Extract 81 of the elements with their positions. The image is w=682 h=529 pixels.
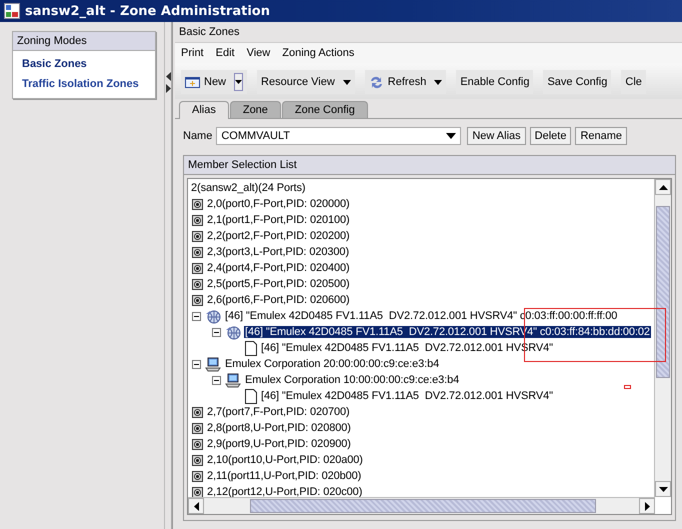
action-button[interactable]: New Alias (467, 127, 526, 145)
window-title: sansw2_alt - Zone Administration (25, 4, 270, 18)
name-dropdown[interactable]: COMMVAULT (216, 127, 462, 145)
port-icon (192, 422, 203, 434)
panel-header: Member Selection List (184, 156, 675, 175)
new-window-icon (185, 76, 200, 88)
tree-item[interactable]: 2,0(port0,F-Port,PID: 020000) (206, 198, 351, 210)
port-icon (192, 246, 203, 258)
refresh-icon (368, 74, 384, 90)
tree-item[interactable]: Emulex Corporation 20:00:00:00:c9:ce:e3:b4 (224, 358, 440, 370)
menu-item[interactable]: Print (181, 47, 204, 59)
tree-item[interactable]: Emulex Corporation 10:00:00:00:c9:ce:e3:b4 (244, 374, 460, 386)
menu-item[interactable]: Edit (216, 47, 235, 59)
computer-icon (225, 372, 241, 388)
tree-item[interactable]: 2,5(port5,F-Port,PID: 020500) (206, 278, 351, 290)
tree-item[interactable]: 2,6(port6,F-Port,PID: 020600) (206, 294, 351, 306)
port-icon (192, 198, 203, 210)
computer-icon (205, 356, 221, 372)
port-icon (192, 438, 203, 450)
port-icon (192, 214, 203, 226)
toolbar-button[interactable]: Refresh (364, 70, 446, 94)
document-icon (245, 388, 257, 404)
tree-item[interactable]: 2,4(port4,F-Port,PID: 020400) (206, 262, 351, 274)
globe-icon (205, 308, 221, 324)
caret-icon[interactable] (342, 80, 351, 84)
tree-item[interactable]: [46] "Emulex 42D0485 FV1.11A5 DV2.72.012.001 HVSRV4" (260, 390, 554, 402)
expand-right-icon[interactable] (166, 84, 170, 93)
collapse-toggle[interactable] (212, 376, 222, 384)
collapse-toggle[interactable] (192, 312, 202, 320)
tree-item[interactable]: 2,3(port3,L-Port,PID: 020300) (206, 246, 350, 258)
menu-item[interactable]: View (246, 47, 270, 59)
right-arrow-icon[interactable] (644, 502, 650, 510)
caret-icon (235, 80, 242, 84)
toolbar-button[interactable]: Enable Config (456, 70, 534, 94)
down-arrow-icon[interactable] (658, 486, 668, 492)
tree-item[interactable]: 2,12(port12,U-Port,PID: 020c00) (206, 486, 364, 497)
horizontal-scrollbar[interactable] (188, 497, 655, 514)
action-button[interactable]: Delete (530, 127, 572, 145)
port-icon (192, 294, 203, 306)
tab[interactable]: Alias (179, 101, 229, 119)
sidebar-item[interactable]: Traffic Isolation Zones (21, 74, 155, 94)
toolbar-button[interactable]: Save Config (543, 70, 612, 94)
port-icon (192, 406, 203, 418)
left-arrow-icon[interactable] (194, 502, 198, 510)
collapse-toggle[interactable] (192, 360, 202, 368)
tree-item[interactable]: 2,10(port10,U-Port,PID: 020a00) (206, 454, 364, 466)
port-icon (192, 230, 203, 242)
sidebar-item[interactable]: Basic Zones (21, 54, 155, 74)
toolbar-button[interactable]: Cle (621, 70, 646, 94)
collapse-toggle[interactable] (212, 328, 222, 336)
port-icon (192, 278, 203, 290)
toolbar-button[interactable]: Resource View (257, 70, 355, 94)
collapse-left-icon[interactable] (166, 72, 170, 81)
tab[interactable]: Zone Config (282, 101, 368, 118)
port-icon (192, 454, 203, 466)
tree-item[interactable]: 2,1(port1,F-Port,PID: 020100) (206, 214, 351, 226)
toolbar-button[interactable]: New (181, 70, 248, 94)
action-button[interactable]: Rename (575, 127, 628, 145)
port-icon (192, 486, 203, 497)
tree-item[interactable]: 2,9(port9,U-Port,PID: 020900) (206, 438, 352, 450)
up-arrow-icon[interactable] (658, 184, 668, 190)
tree-item[interactable]: 2(sansw2_alt)(24 Ports) (190, 182, 306, 194)
dropdown-button[interactable] (234, 73, 244, 91)
port-icon (192, 262, 203, 274)
panel-header: Basic Zones (178, 25, 241, 40)
tree-item[interactable]: 2,11(port11,U-Port,PID: 020b00) (206, 470, 362, 482)
tab[interactable]: Zone (230, 101, 281, 118)
tree-item[interactable]: 2,2(port2,F-Port,PID: 020200) (206, 230, 351, 242)
tree-item[interactable]: 2,8(port8,U-Port,PID: 020800) (206, 422, 352, 434)
highlight-box (624, 385, 631, 389)
globe-icon (225, 324, 241, 340)
menu-item[interactable]: Zoning Actions (282, 47, 354, 59)
port-icon (192, 470, 203, 482)
field-label: Name (183, 130, 212, 142)
tree-item[interactable]: 2,7(port7,F-Port,PID: 020700) (206, 406, 351, 418)
caret-icon (446, 133, 456, 139)
app-icon (4, 3, 20, 19)
caret-icon[interactable] (434, 80, 442, 84)
vertical-scrollbar[interactable] (654, 179, 671, 497)
panel-header: Zoning Modes (13, 32, 155, 51)
document-icon (245, 340, 257, 356)
